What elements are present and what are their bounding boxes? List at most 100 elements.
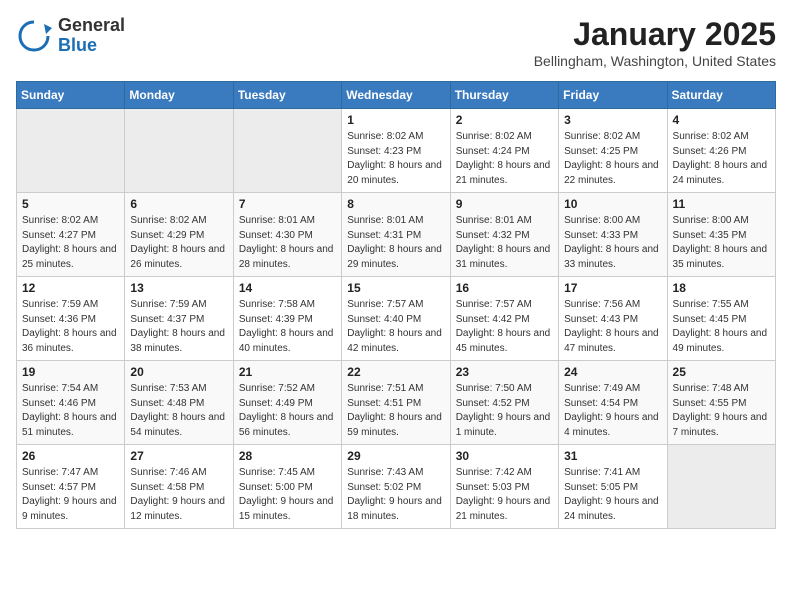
calendar-cell: 17 Sunrise: 7:56 AMSunset: 4:43 PMDayligh… xyxy=(559,277,667,361)
calendar-cell: 9 Sunrise: 8:01 AMSunset: 4:32 PMDaylight… xyxy=(450,193,558,277)
day-number: 11 xyxy=(673,197,770,211)
logo-general-text: General xyxy=(58,15,125,35)
day-number: 9 xyxy=(456,197,553,211)
day-number: 27 xyxy=(130,449,227,463)
logo-icon xyxy=(16,18,52,54)
calendar-cell: 5Sunrise: 8:02 AMSunset: 4:27 PMDaylight… xyxy=(17,193,125,277)
calendar-cell: 14Sunrise: 7:58 AMSunset: 4:39 PMDayligh… xyxy=(233,277,341,361)
calendar-week-3: 12Sunrise: 7:59 AMSunset: 4:36 PMDayligh… xyxy=(17,277,776,361)
day-number: 26 xyxy=(22,449,119,463)
calendar-cell: 20 Sunrise: 7:53 AMSunset: 4:48 PMDayligh… xyxy=(125,361,233,445)
month-title: January 2025 xyxy=(534,16,776,53)
day-info: Sunrise: 7:57 AMSunset: 4:40 PMDaylight:… xyxy=(347,298,444,356)
day-info: Sunrise: 7:52 AMSunset: 4:49 PMDaylight:… xyxy=(239,382,336,440)
day-info: Sunrise: 7:59 AMSunset: 4:37 PMDaylight:… xyxy=(130,298,227,356)
calendar-table: SundayMondayTuesdayWednesdayThursdayFrid… xyxy=(16,81,776,529)
calendar-week-1: 1Sunrise: 8:02 AMSunset: 4:23 PMDaylight… xyxy=(17,109,776,193)
calendar-cell: 4Sunrise: 8:02 AMSunset: 4:26 PMDaylight… xyxy=(667,109,775,193)
logo: General Blue xyxy=(16,16,125,56)
page-header: General Blue January 2025 Bellingham, Wa… xyxy=(16,16,776,69)
day-info: Sunrise: 7:53 AMSunset: 4:48 PMDaylight:… xyxy=(130,382,227,440)
day-number: 15 xyxy=(347,281,444,295)
day-number: 28 xyxy=(239,449,336,463)
calendar-cell: 31Sunrise: 7:41 AMSunset: 5:05 PMDayligh… xyxy=(559,445,667,529)
day-number: 18 xyxy=(673,281,770,295)
day-number: 29 xyxy=(347,449,444,463)
day-info: Sunrise: 7:57 AMSunset: 4:42 PMDaylight:… xyxy=(456,298,553,356)
calendar-cell: 25 Sunrise: 7:48 AMSunset: 4:55 PMDayligh… xyxy=(667,361,775,445)
day-info: Sunrise: 7:56 AMSunset: 4:43 PMDaylight:… xyxy=(564,298,661,356)
calendar-cell: 12Sunrise: 7:59 AMSunset: 4:36 PMDayligh… xyxy=(17,277,125,361)
calendar-cell: 15 Sunrise: 7:57 AMSunset: 4:40 PMDayligh… xyxy=(342,277,450,361)
day-number: 21 xyxy=(239,365,336,379)
day-number: 13 xyxy=(130,281,227,295)
day-info: Sunrise: 7:47 AMSunset: 4:57 PMDaylight:… xyxy=(22,466,119,524)
calendar-cell: 24Sunrise: 7:49 AMSunset: 4:54 PMDayligh… xyxy=(559,361,667,445)
day-info: Sunrise: 7:54 AMSunset: 4:46 PMDaylight:… xyxy=(22,382,119,440)
calendar-week-4: 19Sunrise: 7:54 AMSunset: 4:46 PMDayligh… xyxy=(17,361,776,445)
calendar-cell: 1Sunrise: 8:02 AMSunset: 4:23 PMDaylight… xyxy=(342,109,450,193)
weekday-header-friday: Friday xyxy=(559,82,667,109)
location-subtitle: Bellingham, Washington, United States xyxy=(534,53,776,69)
day-number: 31 xyxy=(564,449,661,463)
day-number: 7 xyxy=(239,197,336,211)
day-number: 3 xyxy=(564,113,661,127)
day-number: 25 xyxy=(673,365,770,379)
calendar-cell: 18 Sunrise: 7:55 AMSunset: 4:45 PMDayligh… xyxy=(667,277,775,361)
day-info: Sunrise: 8:01 AMSunset: 4:30 PMDaylight:… xyxy=(239,214,336,272)
calendar-cell: 7 Sunrise: 8:01 AMSunset: 4:30 PMDaylight… xyxy=(233,193,341,277)
calendar-cell: 6 Sunrise: 8:02 AMSunset: 4:29 PMDaylight… xyxy=(125,193,233,277)
day-info: Sunrise: 7:46 AMSunset: 4:58 PMDaylight:… xyxy=(130,466,227,524)
day-number: 30 xyxy=(456,449,553,463)
calendar-cell: 3 Sunrise: 8:02 AMSunset: 4:25 PMDaylight… xyxy=(559,109,667,193)
calendar-cell xyxy=(233,109,341,193)
day-info: Sunrise: 8:02 AMSunset: 4:29 PMDaylight:… xyxy=(130,214,227,272)
calendar-cell: 27 Sunrise: 7:46 AMSunset: 4:58 PMDayligh… xyxy=(125,445,233,529)
calendar-cell: 16 Sunrise: 7:57 AMSunset: 4:42 PMDayligh… xyxy=(450,277,558,361)
weekday-header-tuesday: Tuesday xyxy=(233,82,341,109)
day-number: 2 xyxy=(456,113,553,127)
weekday-header-saturday: Saturday xyxy=(667,82,775,109)
day-info: Sunrise: 8:01 AMSunset: 4:31 PMDaylight:… xyxy=(347,214,444,272)
calendar-cell: 10 Sunrise: 8:00 AMSunset: 4:33 PMDayligh… xyxy=(559,193,667,277)
day-number: 10 xyxy=(564,197,661,211)
day-info: Sunrise: 8:02 AMSunset: 4:27 PMDaylight:… xyxy=(22,214,119,272)
calendar-cell xyxy=(17,109,125,193)
day-number: 24 xyxy=(564,365,661,379)
day-number: 16 xyxy=(456,281,553,295)
logo-blue-text: Blue xyxy=(58,35,97,55)
day-info: Sunrise: 8:01 AMSunset: 4:32 PMDaylight:… xyxy=(456,214,553,272)
day-info: Sunrise: 8:02 AMSunset: 4:25 PMDaylight:… xyxy=(564,130,661,188)
day-number: 22 xyxy=(347,365,444,379)
day-info: Sunrise: 7:43 AMSunset: 5:02 PMDaylight:… xyxy=(347,466,444,524)
day-info: Sunrise: 7:45 AMSunset: 5:00 PMDaylight:… xyxy=(239,466,336,524)
calendar-cell: 21 Sunrise: 7:52 AMSunset: 4:49 PMDayligh… xyxy=(233,361,341,445)
day-number: 1 xyxy=(347,113,444,127)
day-info: Sunrise: 7:48 AMSunset: 4:55 PMDaylight:… xyxy=(673,382,770,440)
day-info: Sunrise: 7:50 AMSunset: 4:52 PMDaylight:… xyxy=(456,382,553,440)
day-number: 8 xyxy=(347,197,444,211)
day-info: Sunrise: 8:00 AMSunset: 4:33 PMDaylight:… xyxy=(564,214,661,272)
weekday-header-monday: Monday xyxy=(125,82,233,109)
weekday-header-thursday: Thursday xyxy=(450,82,558,109)
day-info: Sunrise: 8:00 AMSunset: 4:35 PMDaylight:… xyxy=(673,214,770,272)
weekday-header-sunday: Sunday xyxy=(17,82,125,109)
day-number: 6 xyxy=(130,197,227,211)
day-number: 23 xyxy=(456,365,553,379)
calendar-cell: 22Sunrise: 7:51 AMSunset: 4:51 PMDayligh… xyxy=(342,361,450,445)
weekday-header-row: SundayMondayTuesdayWednesdayThursdayFrid… xyxy=(17,82,776,109)
day-number: 20 xyxy=(130,365,227,379)
day-info: Sunrise: 7:55 AMSunset: 4:45 PMDaylight:… xyxy=(673,298,770,356)
calendar-cell xyxy=(125,109,233,193)
calendar-cell: 13 Sunrise: 7:59 AMSunset: 4:37 PMDayligh… xyxy=(125,277,233,361)
title-block: January 2025 Bellingham, Washington, Uni… xyxy=(534,16,776,69)
calendar-cell: 28 Sunrise: 7:45 AMSunset: 5:00 PMDayligh… xyxy=(233,445,341,529)
calendar-cell: 23 Sunrise: 7:50 AMSunset: 4:52 PMDayligh… xyxy=(450,361,558,445)
day-number: 17 xyxy=(564,281,661,295)
calendar-cell xyxy=(667,445,775,529)
calendar-week-5: 26 Sunrise: 7:47 AMSunset: 4:57 PMDayligh… xyxy=(17,445,776,529)
calendar-cell: 26 Sunrise: 7:47 AMSunset: 4:57 PMDayligh… xyxy=(17,445,125,529)
calendar-cell: 8 Sunrise: 8:01 AMSunset: 4:31 PMDaylight… xyxy=(342,193,450,277)
calendar-header: SundayMondayTuesdayWednesdayThursdayFrid… xyxy=(17,82,776,109)
day-number: 14 xyxy=(239,281,336,295)
